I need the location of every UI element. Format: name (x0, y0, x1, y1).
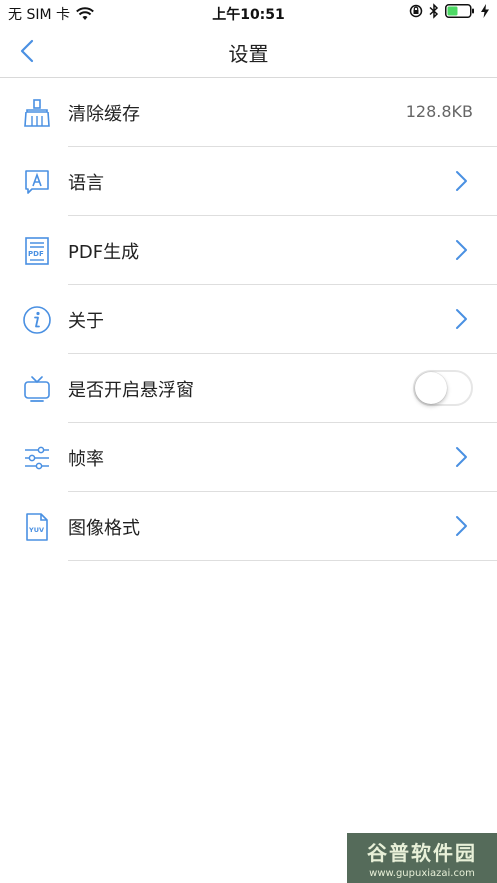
setting-about[interactable]: 关于 (0, 285, 497, 354)
setting-label: 语言 (68, 173, 104, 194)
rotation-lock-icon (409, 4, 423, 18)
chevron-right-icon (456, 516, 467, 536)
setting-label: PDF生成 (68, 242, 140, 263)
battery-icon (445, 4, 474, 18)
status-right (409, 3, 489, 19)
setting-floating-window: 是否开启悬浮窗 (0, 354, 497, 423)
setting-label: 图像格式 (68, 518, 140, 539)
watermark-url: www.gupuxiazai.com (369, 868, 475, 879)
bluetooth-icon (429, 3, 439, 19)
nav-bar: 设置 (0, 26, 497, 78)
setting-label: 是否开启悬浮窗 (68, 380, 194, 401)
setting-label: 清除缓存 (68, 104, 140, 125)
chevron-right-icon (456, 309, 467, 329)
sliders-icon (25, 446, 49, 470)
setting-label: 帧率 (68, 449, 104, 470)
page-title: 设置 (228, 42, 269, 66)
tv-icon (24, 376, 50, 402)
toggle-knob (415, 372, 447, 404)
divider (68, 560, 497, 561)
yuv-file-icon: YUV (26, 513, 48, 541)
setting-pdf[interactable]: PDF PDF生成 (0, 216, 497, 285)
setting-language[interactable]: 语言 (0, 147, 497, 216)
setting-image-format[interactable]: YUV 图像格式 (0, 492, 497, 561)
floating-window-toggle[interactable] (413, 370, 473, 406)
status-bar: 无 SIM 卡 上午10:51 (0, 0, 497, 26)
language-icon (25, 170, 49, 194)
watermark-title: 谷普软件园 (367, 841, 477, 865)
charging-icon (481, 4, 489, 18)
svg-text:PDF: PDF (28, 250, 44, 258)
broom-icon (24, 99, 50, 127)
setting-label: 关于 (68, 311, 104, 332)
info-icon (23, 306, 51, 334)
pdf-document-icon: PDF (25, 237, 49, 265)
chevron-right-icon (456, 447, 467, 467)
setting-frame-rate[interactable]: 帧率 (0, 423, 497, 492)
watermark-logo: 谷普软件园 www.gupuxiazai.com (347, 833, 497, 883)
setting-clear-cache[interactable]: 清除缓存 128.8KB (0, 78, 497, 147)
cache-size-value: 128.8KB (405, 102, 473, 121)
chevron-right-icon (456, 171, 467, 191)
chevron-right-icon (456, 240, 467, 260)
svg-text:YUV: YUV (28, 526, 44, 534)
settings-list: 清除缓存 128.8KB 语言 PDF PDF生成 关于 是否开启悬浮窗 帧率 … (0, 78, 497, 561)
